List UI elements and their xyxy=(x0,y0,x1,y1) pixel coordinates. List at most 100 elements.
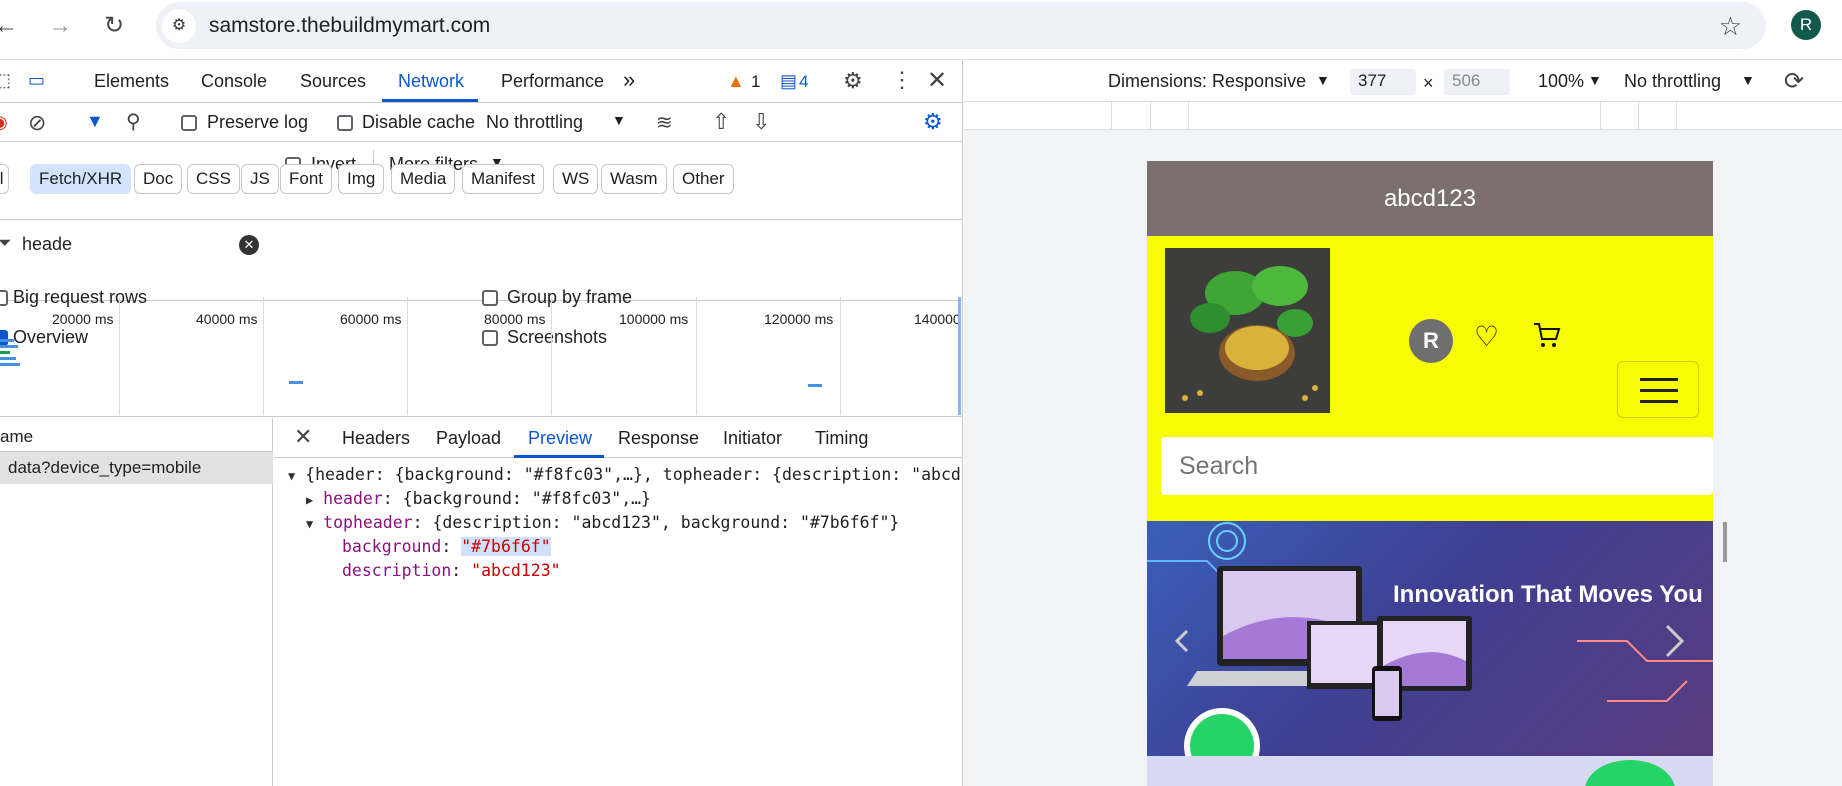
dimensions-select[interactable]: Dimensions: Responsive xyxy=(1108,71,1306,92)
import-har-icon[interactable]: ⇧ xyxy=(712,109,730,135)
tab-payload[interactable]: Payload xyxy=(436,428,501,449)
network-conditions-icon[interactable]: ≋ xyxy=(656,110,673,135)
site-settings-icon[interactable]: ⚙ xyxy=(162,9,196,43)
disable-cache-checkbox[interactable] xyxy=(337,115,353,131)
tab-initiator[interactable]: Initiator xyxy=(723,428,782,449)
record-icon[interactable]: ◉ xyxy=(0,112,8,133)
reload-icon[interactable]: ↻ xyxy=(100,12,128,40)
heart-icon[interactable]: ♡ xyxy=(1474,320,1499,353)
logo-image[interactable] xyxy=(1165,248,1330,413)
media-query-ruler[interactable] xyxy=(964,102,1842,130)
network-overview-timeline[interactable]: 20000 ms 40000 ms 60000 ms 80000 ms 1000… xyxy=(0,297,963,417)
rotate-icon[interactable]: ⟳ xyxy=(1784,67,1804,96)
tab-console[interactable]: Console xyxy=(201,71,267,92)
warnings-count[interactable]: 1 xyxy=(751,72,760,92)
table-row[interactable]: data?device_type=mobile xyxy=(0,452,273,484)
type-filter-media[interactable]: Media xyxy=(391,164,456,194)
kebab-menu-icon[interactable]: ⋮ xyxy=(891,67,913,93)
json-background-prop[interactable]: background: "#7b6f6f" xyxy=(342,537,551,556)
json-value[interactable]: "abcd123" xyxy=(471,561,560,580)
tab-response[interactable]: Response xyxy=(618,428,699,449)
type-filter-manifest[interactable]: Manifest xyxy=(462,164,545,194)
chevron-down-icon[interactable]: ▼ xyxy=(1316,72,1330,88)
chevron-down-icon[interactable]: ▼ xyxy=(1588,72,1602,88)
type-filter-font[interactable]: Font xyxy=(280,164,333,194)
bookmark-star-icon[interactable]: ☆ xyxy=(1719,11,1742,42)
page-section xyxy=(1147,756,1713,786)
whatsapp-icon[interactable] xyxy=(1585,760,1675,786)
expand-triangle-icon[interactable]: ▼ xyxy=(306,517,313,531)
message-icon[interactable]: ▤ xyxy=(780,71,797,92)
type-filter-img[interactable]: Img xyxy=(338,164,385,194)
details-tabbar: ✕ Headers Payload Preview Response Initi… xyxy=(274,418,963,458)
collapse-triangle-icon[interactable]: ▶ xyxy=(306,493,313,507)
url-text[interactable]: samstore.thebuildmymart.com xyxy=(209,14,490,38)
settings-gear-icon[interactable]: ⚙ xyxy=(843,68,863,94)
cart-icon[interactable] xyxy=(1532,320,1562,350)
back-arrow-icon[interactable]: ← xyxy=(0,12,20,40)
height-input[interactable]: 506 xyxy=(1444,69,1510,95)
zoom-select[interactable]: 100% xyxy=(1538,71,1584,92)
timeline-bar xyxy=(808,384,822,387)
timeline-handle[interactable] xyxy=(958,297,961,415)
tab-headers[interactable]: Headers xyxy=(342,428,410,449)
type-filter-css[interactable]: CSS xyxy=(187,164,240,194)
request-name[interactable]: data?device_type=mobile xyxy=(8,458,201,478)
tab-timing[interactable]: Timing xyxy=(815,428,868,449)
resize-handle[interactable] xyxy=(1723,522,1727,562)
type-filter-other[interactable]: Other xyxy=(673,164,734,194)
type-filter-wasm[interactable]: Wasm xyxy=(601,164,667,194)
json-root[interactable]: ▼ {header: {background: "#f8fc03",…}, to… xyxy=(288,465,963,484)
type-filter-ws[interactable]: WS xyxy=(553,164,599,194)
type-filter-all[interactable]: ll xyxy=(0,164,9,194)
warning-icon[interactable]: ▲ xyxy=(727,71,745,92)
name-column-header[interactable]: ame xyxy=(0,427,33,447)
json-key: description xyxy=(342,561,452,580)
tab-preview[interactable]: Preview xyxy=(528,428,592,449)
timeline-tick: 60000 ms xyxy=(340,311,402,327)
throttling-select[interactable]: No throttling xyxy=(486,112,583,133)
messages-count[interactable]: 4 xyxy=(799,72,808,92)
chevron-down-icon[interactable]: ▼ xyxy=(1741,72,1755,88)
forward-arrow-icon[interactable]: → xyxy=(46,12,74,40)
timeline-tick: 100000 ms xyxy=(619,311,689,327)
network-options: Big request rows Group by frame xyxy=(0,221,963,307)
inspect-element-icon[interactable]: ⬚ xyxy=(0,70,11,91)
close-details-icon[interactable]: ✕ xyxy=(294,424,312,450)
filter-icon[interactable]: ▼ xyxy=(86,111,104,132)
network-settings-icon[interactable]: ⚙ xyxy=(923,109,943,135)
user-avatar[interactable]: R xyxy=(1409,319,1453,363)
tab-network[interactable]: Network xyxy=(398,71,464,92)
width-input[interactable]: 377 xyxy=(1350,69,1416,95)
chevron-down-icon[interactable]: ▼ xyxy=(612,112,626,128)
json-header-node[interactable]: ▶ header: {background: "#f8fc03",…} xyxy=(306,489,651,508)
address-bar[interactable]: ⚙ samstore.thebuildmymart.com ☆ xyxy=(156,2,1766,49)
json-value[interactable]: "#7b6f6f" xyxy=(461,537,551,556)
device-toolbar-icon[interactable]: ▭ xyxy=(28,70,45,91)
timeline-bar xyxy=(289,381,303,384)
preserve-log-checkbox[interactable] xyxy=(181,115,197,131)
json-topheader-node[interactable]: ▼ topheader: {description: "abcd123", ba… xyxy=(306,513,899,532)
expand-triangle-icon[interactable]: ▼ xyxy=(288,469,295,483)
export-har-icon[interactable]: ⇩ xyxy=(752,109,770,135)
hamburger-line xyxy=(1640,389,1678,392)
search-input[interactable] xyxy=(1161,437,1713,495)
search-icon[interactable]: ⚲ xyxy=(126,109,141,134)
type-filter-fetch-xhr[interactable]: Fetch/XHR xyxy=(30,164,132,194)
type-filter-js[interactable]: JS xyxy=(241,164,279,194)
timeline-bars xyxy=(0,339,20,369)
banner-title: Innovation That Moves You xyxy=(1393,581,1703,608)
clear-icon[interactable]: ⊘ xyxy=(28,110,46,136)
tab-sources[interactable]: Sources xyxy=(300,71,366,92)
tab-performance[interactable]: Performance xyxy=(501,71,604,92)
menu-hamburger-button[interactable] xyxy=(1617,361,1699,418)
profile-avatar[interactable]: R xyxy=(1791,10,1821,40)
device-throttling-select[interactable]: No throttling xyxy=(1624,71,1721,92)
tab-elements[interactable]: Elements xyxy=(94,71,169,92)
hero-banner[interactable]: Innovation That Moves You xyxy=(1147,521,1713,756)
disable-cache-label: Disable cache xyxy=(362,112,476,132)
more-tabs-icon[interactable]: » xyxy=(623,67,635,93)
close-devtools-icon[interactable]: ✕ xyxy=(927,66,947,95)
json-description-prop[interactable]: description: "abcd123" xyxy=(342,561,561,580)
type-filter-doc[interactable]: Doc xyxy=(134,164,183,194)
